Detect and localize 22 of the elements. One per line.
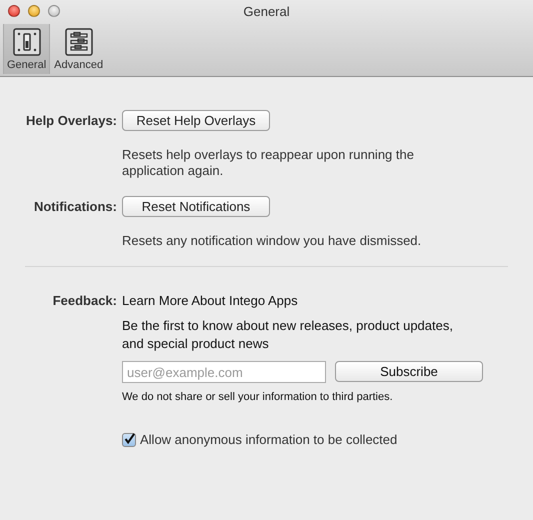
- promo-text: Be the first to know about new releases, product updates, and special product news: [122, 317, 454, 353]
- reset-button[interactable]: Reset Help Overlays: [122, 110, 270, 131]
- close-button[interactable]: [8, 5, 20, 17]
- setting-label: Help Overlays:: [24, 112, 118, 130]
- sliders-icon: [64, 28, 93, 56]
- checkbox-label: Allow anonymous information to be collected: [140, 432, 398, 447]
- toolbar-tab[interactable]: General: [3, 24, 50, 74]
- section-heading: Learn More About Intego Apps: [122, 293, 298, 308]
- window-title: General: [243, 4, 290, 18]
- reset-button[interactable]: Reset Notifications: [122, 196, 270, 217]
- description-text: Resets any notification window you have dismissed.: [122, 233, 422, 249]
- email-field[interactable]: user@example.com: [122, 361, 326, 383]
- switch-icon: [12, 28, 41, 56]
- setting-label: Notifications:: [32, 198, 118, 216]
- subscribe-button[interactable]: Subscribe: [335, 361, 483, 382]
- setting-label: Feedback:: [52, 293, 118, 310]
- privacy-note: We do not share or sell your information to third parties.: [122, 391, 393, 403]
- checkbox[interactable]: [122, 432, 136, 446]
- toolbar-tab[interactable]: Advanced: [50, 24, 108, 74]
- description-text: Resets help overlays to reappear upon running the application again.: [122, 147, 415, 179]
- zoom-button[interactable]: [48, 5, 60, 17]
- minimize-button[interactable]: [28, 5, 40, 17]
